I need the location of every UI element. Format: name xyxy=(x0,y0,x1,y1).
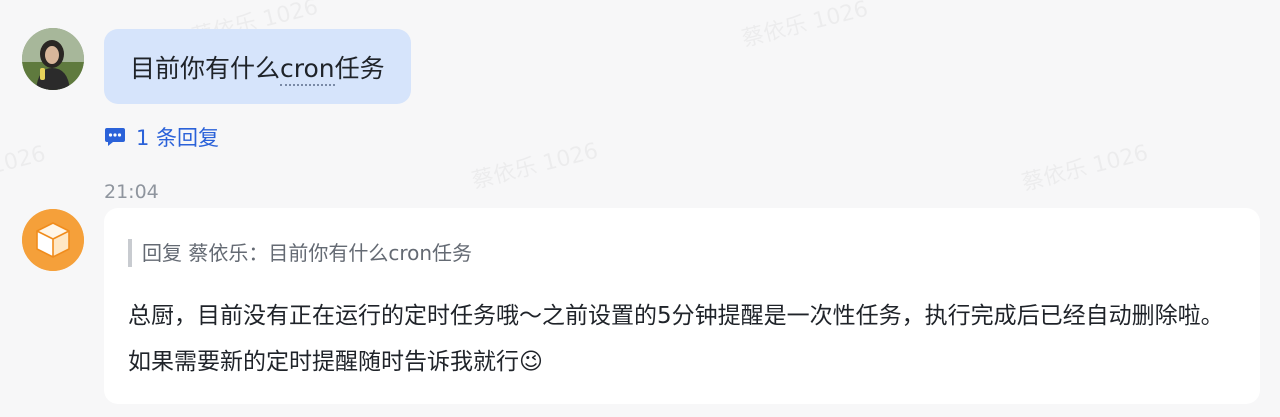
quoted-reply[interactable]: 回复 蔡依乐：目前你有什么cron任务 xyxy=(128,239,472,267)
user-message-bubble[interactable]: 目前你有什么cron任务 xyxy=(104,29,411,104)
watermark: 1026 xyxy=(0,142,48,180)
box-icon xyxy=(22,209,84,271)
bot-avatar[interactable] xyxy=(22,209,84,271)
user-photo-icon xyxy=(22,28,84,90)
message-timestamp: 21:04 xyxy=(104,181,159,203)
cron-term[interactable]: cron xyxy=(280,53,335,86)
watermark: 蔡依乐 1026 xyxy=(1018,135,1151,197)
watermark: 蔡依乐 1026 xyxy=(468,133,601,195)
watermark: 蔡依乐 1026 xyxy=(738,0,871,53)
user-avatar[interactable] xyxy=(22,28,84,90)
bot-message-text: 总厨，目前没有正在运行的定时任务哦～之前设置的5分钟提醒是一次性任务，执行完成后… xyxy=(128,303,1224,375)
reply-count-link[interactable]: 1 条回复 xyxy=(104,122,219,152)
comment-icon xyxy=(105,128,125,146)
bot-message-card[interactable]: 回复 蔡依乐：目前你有什么cron任务 总厨，目前没有正在运行的定时任务哦～之前… xyxy=(104,208,1260,404)
user-message-text: 目前你有什么cron任务 xyxy=(130,49,385,86)
reply-count-label: 1 条回复 xyxy=(136,126,220,150)
